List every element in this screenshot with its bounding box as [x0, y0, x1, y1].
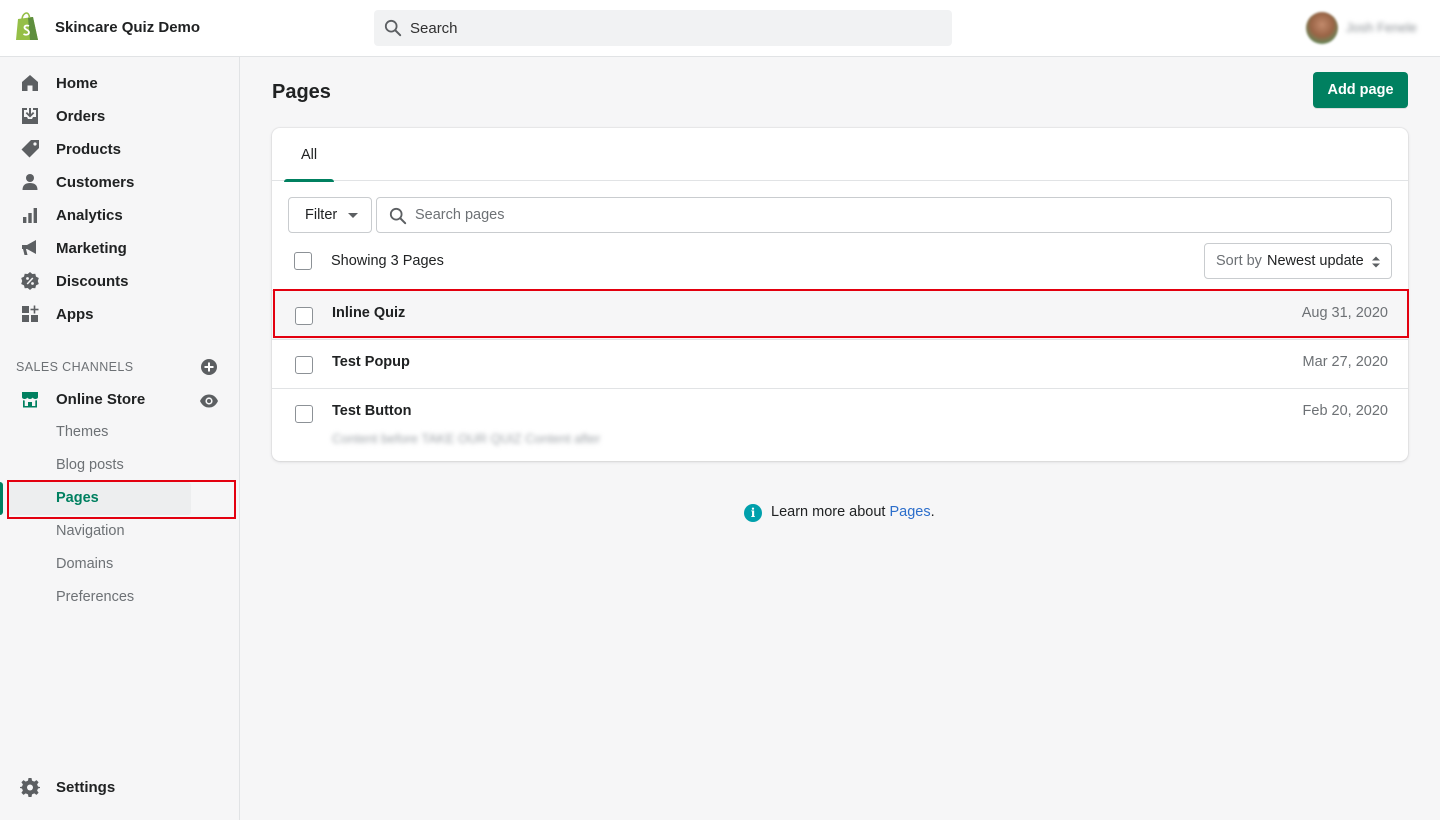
- table-row[interactable]: Test Popup Mar 27, 2020: [272, 339, 1408, 388]
- tab-bar: All: [272, 128, 1408, 182]
- store-name[interactable]: Skincare Quiz Demo: [55, 19, 200, 36]
- row-checkbox[interactable]: [295, 307, 313, 325]
- sort-value: Newest update: [1267, 253, 1364, 269]
- learn-more-prefix: Learn more about: [771, 504, 890, 520]
- page-title-cell[interactable]: Test Button: [332, 403, 411, 419]
- table-row[interactable]: Test Button Feb 20, 2020 Content before …: [272, 388, 1408, 461]
- row-checkbox[interactable]: [295, 356, 313, 374]
- discount-icon: [21, 272, 39, 290]
- sales-channels-heading: SALES CHANNELS: [16, 360, 134, 374]
- person-icon: [22, 174, 38, 190]
- table-row[interactable]: Inline Quiz Aug 31, 2020: [272, 290, 1408, 339]
- top-bar: Skincare Quiz Demo Search Josh Fenele: [0, 0, 1440, 57]
- home-icon: [22, 75, 38, 91]
- sidebar-item-label: Discounts: [56, 273, 129, 290]
- search-pages-input[interactable]: [415, 199, 1375, 231]
- tab-all[interactable]: All: [284, 128, 334, 182]
- page-excerpt: Content before TAKE OUR QUIZ Content aft…: [332, 431, 601, 446]
- tab-all-label: All: [300, 147, 318, 163]
- sidebar-subitem-blog-posts[interactable]: Blog posts: [0, 449, 239, 482]
- sidebar-item-label: Home: [56, 75, 98, 92]
- pages-card: All Filter Showing 3 Pages Sort by Newes…: [272, 128, 1408, 461]
- sidebar-subitem-domains[interactable]: Domains: [0, 548, 239, 581]
- bar-chart-icon: [23, 208, 37, 223]
- sidebar-item-label: Marketing: [56, 240, 127, 257]
- view-store-eye-icon[interactable]: [199, 391, 219, 411]
- global-search-label: Search: [410, 20, 458, 37]
- tab-active-underline: [284, 179, 334, 182]
- sidebar-subitem-label: Themes: [56, 424, 109, 440]
- sidebar-item-label: Customers: [56, 174, 135, 191]
- add-page-button[interactable]: Add page: [1313, 72, 1408, 108]
- sidebar-subitem-themes[interactable]: Themes: [0, 416, 239, 449]
- active-item-indicator: [0, 482, 3, 515]
- active-item-background: [8, 482, 191, 515]
- user-avatar[interactable]: [1306, 12, 1338, 44]
- sidebar-nav: Home Orders Products Customers Analytics…: [0, 57, 240, 820]
- sidebar-item-orders[interactable]: Orders: [0, 100, 239, 133]
- sidebar-item-label: Apps: [56, 306, 94, 323]
- sidebar-item-label: Analytics: [56, 207, 123, 224]
- sort-by-label: Sort by: [1216, 253, 1262, 269]
- sidebar-item-label: Orders: [56, 108, 106, 125]
- search-icon: [384, 19, 402, 37]
- info-icon: i: [744, 504, 762, 522]
- tag-icon: [21, 140, 39, 158]
- page-date-cell: Mar 27, 2020: [1302, 354, 1388, 370]
- filter-button[interactable]: Filter: [288, 197, 372, 233]
- page-title-cell[interactable]: Inline Quiz: [332, 305, 405, 321]
- sidebar-item-apps[interactable]: Apps: [0, 298, 239, 331]
- caret-down-icon: [348, 213, 358, 218]
- sidebar-subitem-pages[interactable]: Pages: [0, 482, 239, 515]
- store-icon: [22, 392, 38, 408]
- sidebar-item-label: Settings: [56, 779, 116, 796]
- search-pages-field[interactable]: [376, 197, 1392, 233]
- sidebar-subitem-label: Blog posts: [56, 457, 124, 473]
- showing-count: Showing 3 Pages: [331, 253, 444, 269]
- user-name[interactable]: Josh Fenele: [1346, 20, 1417, 35]
- row-checkbox[interactable]: [295, 405, 313, 423]
- megaphone-icon: [22, 240, 36, 255]
- sidebar-subitem-label: Preferences: [56, 589, 135, 605]
- page-title: Pages: [272, 81, 331, 103]
- sidebar-item-marketing[interactable]: Marketing: [0, 232, 239, 265]
- sort-select[interactable]: Sort by Newest update: [1204, 243, 1392, 279]
- filter-label: Filter: [305, 207, 338, 223]
- learn-more-pages-link[interactable]: Pages: [890, 504, 931, 520]
- select-arrows-icon: [1372, 256, 1380, 268]
- sidebar-item-discounts[interactable]: Discounts: [0, 265, 239, 298]
- shopify-bag-icon[interactable]: [14, 12, 40, 42]
- global-search-input[interactable]: Search: [374, 10, 952, 46]
- select-all-checkbox[interactable]: [294, 252, 312, 270]
- orders-icon: [22, 108, 38, 124]
- sidebar-item-analytics[interactable]: Analytics: [0, 199, 239, 232]
- sidebar-subitem-navigation[interactable]: Navigation: [0, 515, 239, 548]
- sidebar-item-products[interactable]: Products: [0, 133, 239, 166]
- sidebar-subitem-preferences[interactable]: Preferences: [0, 581, 239, 614]
- page-title-cell[interactable]: Test Popup: [332, 354, 410, 370]
- learn-more-text: Learn more about Pages.: [771, 504, 935, 520]
- search-icon: [389, 207, 407, 225]
- page-date-cell: Aug 31, 2020: [1301, 305, 1388, 321]
- apps-icon: [22, 305, 39, 322]
- sidebar-subitem-label: Pages: [56, 490, 99, 506]
- sidebar-subitem-label: Navigation: [56, 523, 125, 539]
- sidebar-item-label: Products: [56, 141, 122, 158]
- add-sales-channel-icon[interactable]: [200, 358, 218, 376]
- sidebar-item-home[interactable]: Home: [0, 67, 239, 100]
- sidebar-item-customers[interactable]: Customers: [0, 166, 239, 199]
- learn-more-suffix: .: [930, 504, 935, 520]
- sidebar-subitem-label: Domains: [56, 556, 114, 572]
- sidebar-item-settings[interactable]: Settings: [0, 771, 239, 804]
- sidebar-item-label: Online Store: [56, 391, 146, 408]
- page-date-cell: Feb 20, 2020: [1302, 403, 1388, 419]
- gear-icon: [20, 778, 40, 797]
